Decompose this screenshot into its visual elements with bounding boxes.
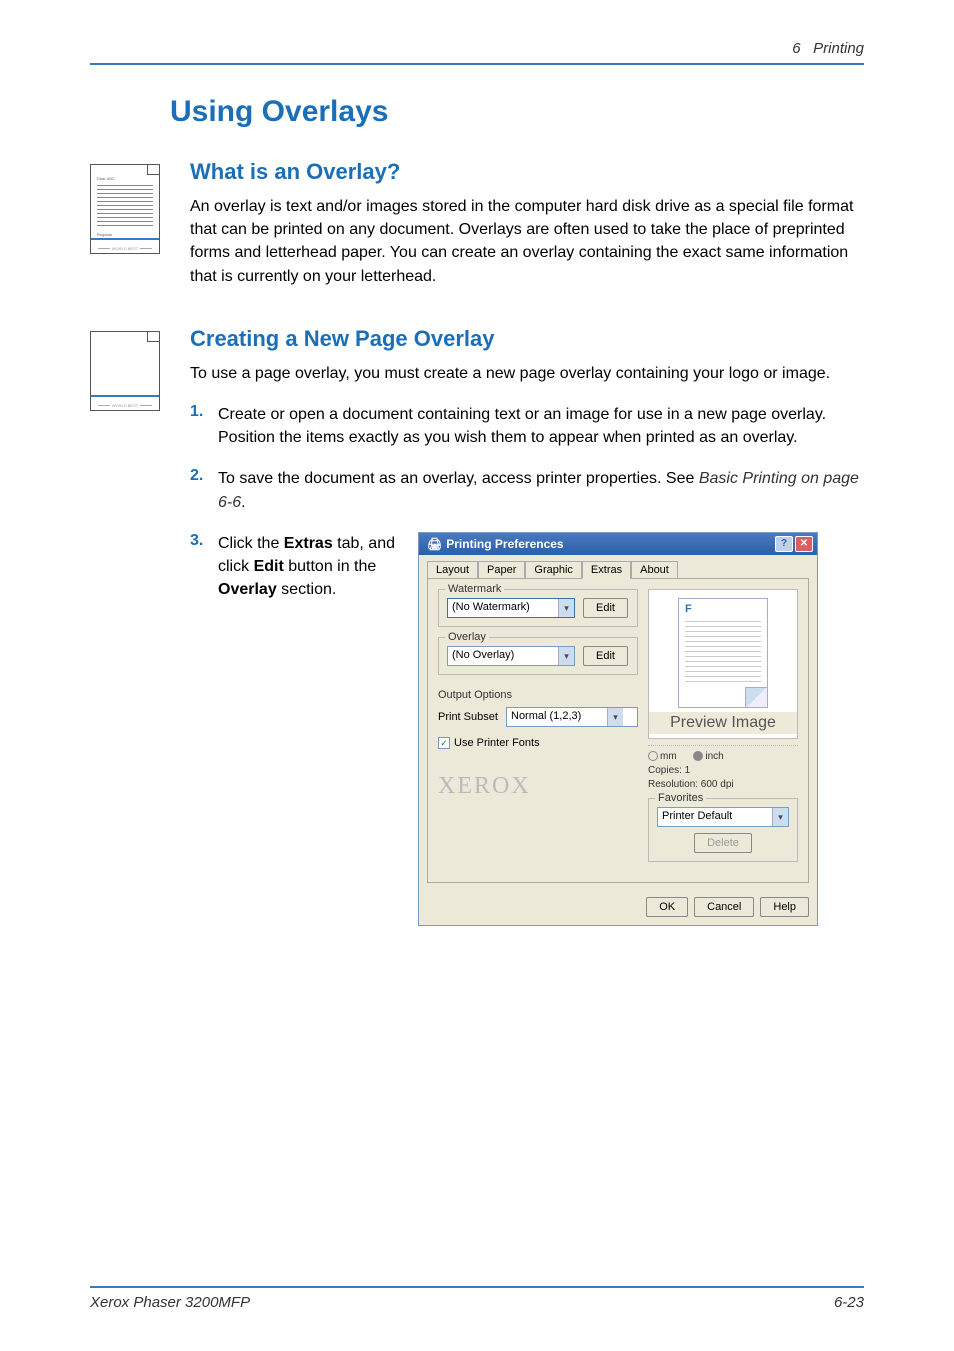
favorites-group: Favorites Printer Default ▾ Delete [648,798,798,862]
favorites-label: Favorites [655,792,706,804]
page-footer: Xerox Phaser 3200MFP 6-23 [90,1286,864,1311]
output-options-label: Output Options [438,689,638,701]
watermark-label: Watermark [445,583,504,595]
copies-info: Copies: 1 [648,764,798,778]
step-2: 2. To save the document as an overlay, a… [190,467,864,513]
delete-button[interactable]: Delete [694,833,752,853]
overlay-label: Overlay [445,631,489,643]
chevron-down-icon: ▾ [772,808,788,826]
preview-page: F [678,598,768,708]
preview-box: F Preview Image [648,589,798,739]
print-subset-combo[interactable]: Normal (1,2,3) ▾ [506,707,638,727]
ok-button[interactable]: OK [646,897,688,917]
use-printer-fonts-checkbox[interactable]: ✓ Use Printer Fonts [438,737,540,749]
step-number: 3. [190,532,218,550]
favorites-combo[interactable]: Printer Default ▾ [657,807,789,827]
tab-graphic[interactable]: Graphic [525,561,582,578]
watermark-edit-button[interactable]: Edit [583,598,628,618]
chevron-down-icon: ▾ [607,708,623,726]
step-number: 1. [190,403,218,421]
print-subset-label: Print Subset [438,711,498,723]
cancel-button[interactable]: Cancel [694,897,754,917]
help-icon[interactable]: ? [775,536,793,552]
checkmark-icon: ✓ [438,737,450,749]
page-header: 6 Printing [90,40,864,65]
dialog-title: Printing Preferences [446,537,563,551]
step-text: Click the Extras tab, and click Edit but… [218,532,398,602]
footer-product: Xerox Phaser 3200MFP [90,1294,250,1311]
heading-creating-overlay: Creating a New Page Overlay [190,326,864,352]
radio-mm[interactable] [648,751,658,761]
printer-icon: 🖨 [427,537,442,551]
help-button[interactable]: Help [760,897,809,917]
tab-paper[interactable]: Paper [478,561,525,578]
resolution-info: Resolution: 600 dpi [648,778,798,792]
creating-overlay-intro: To use a page overlay, you must create a… [190,362,864,385]
footer-page-number: 6-23 [834,1294,864,1311]
xerox-logo: XEROX [438,773,638,800]
step-1: 1. Create or open a document containing … [190,403,864,449]
watermark-combo[interactable]: (No Watermark) ▾ [447,598,575,618]
preview-image-label: Preview Image [649,712,797,734]
info-lines: mm inch Copies: 1 Resolution: 600 dpi [648,745,798,792]
close-icon[interactable]: ✕ [795,536,813,552]
step-3: 3. Click the Extras tab, and click Edit … [190,532,864,926]
dialog-titlebar: 🖨 Printing Preferences ? ✕ [419,533,817,555]
overlay-combo[interactable]: (No Overlay) ▾ [447,646,575,666]
heading-1: Using Overlays [170,95,864,129]
overlay-edit-button[interactable]: Edit [583,646,628,666]
chapter-number: 6 [792,40,800,57]
tab-extras[interactable]: Extras [582,561,631,579]
tab-about[interactable]: About [631,561,678,578]
output-options-group: Output Options Print Subset Normal (1,2,… [438,685,638,753]
heading-what-is-overlay: What is an Overlay? [190,159,864,185]
overlay-group: Overlay (No Overlay) ▾ Edit [438,637,638,675]
blank-page-thumbnail: WORLD BEST [90,331,160,411]
tab-layout[interactable]: Layout [427,561,478,578]
chevron-down-icon: ▾ [558,647,574,665]
chevron-down-icon: ▾ [558,599,574,617]
dialog-tabs: Layout Paper Graphic Extras About [419,555,817,578]
page-fold-icon [745,687,767,707]
preview-letter: F [685,603,692,615]
what-is-overlay-paragraph: An overlay is text and/or images stored … [190,195,864,288]
watermark-group: Watermark (No Watermark) ▾ Edit [438,589,638,627]
chapter-title: Printing [813,40,864,57]
thumb-footer: WORLD BEST [112,246,138,251]
step-number: 2. [190,467,218,485]
thumb-footer-2: WORLD BEST [112,403,138,408]
overlay-letter-thumbnail: Dear ABC Regards WORLD BEST [90,164,160,254]
step-text: Create or open a document containing tex… [218,403,864,449]
printing-preferences-dialog: 🖨 Printing Preferences ? ✕ Layout Paper … [418,532,818,926]
radio-inch[interactable] [693,751,703,761]
step-text: To save the document as an overlay, acce… [218,467,864,513]
